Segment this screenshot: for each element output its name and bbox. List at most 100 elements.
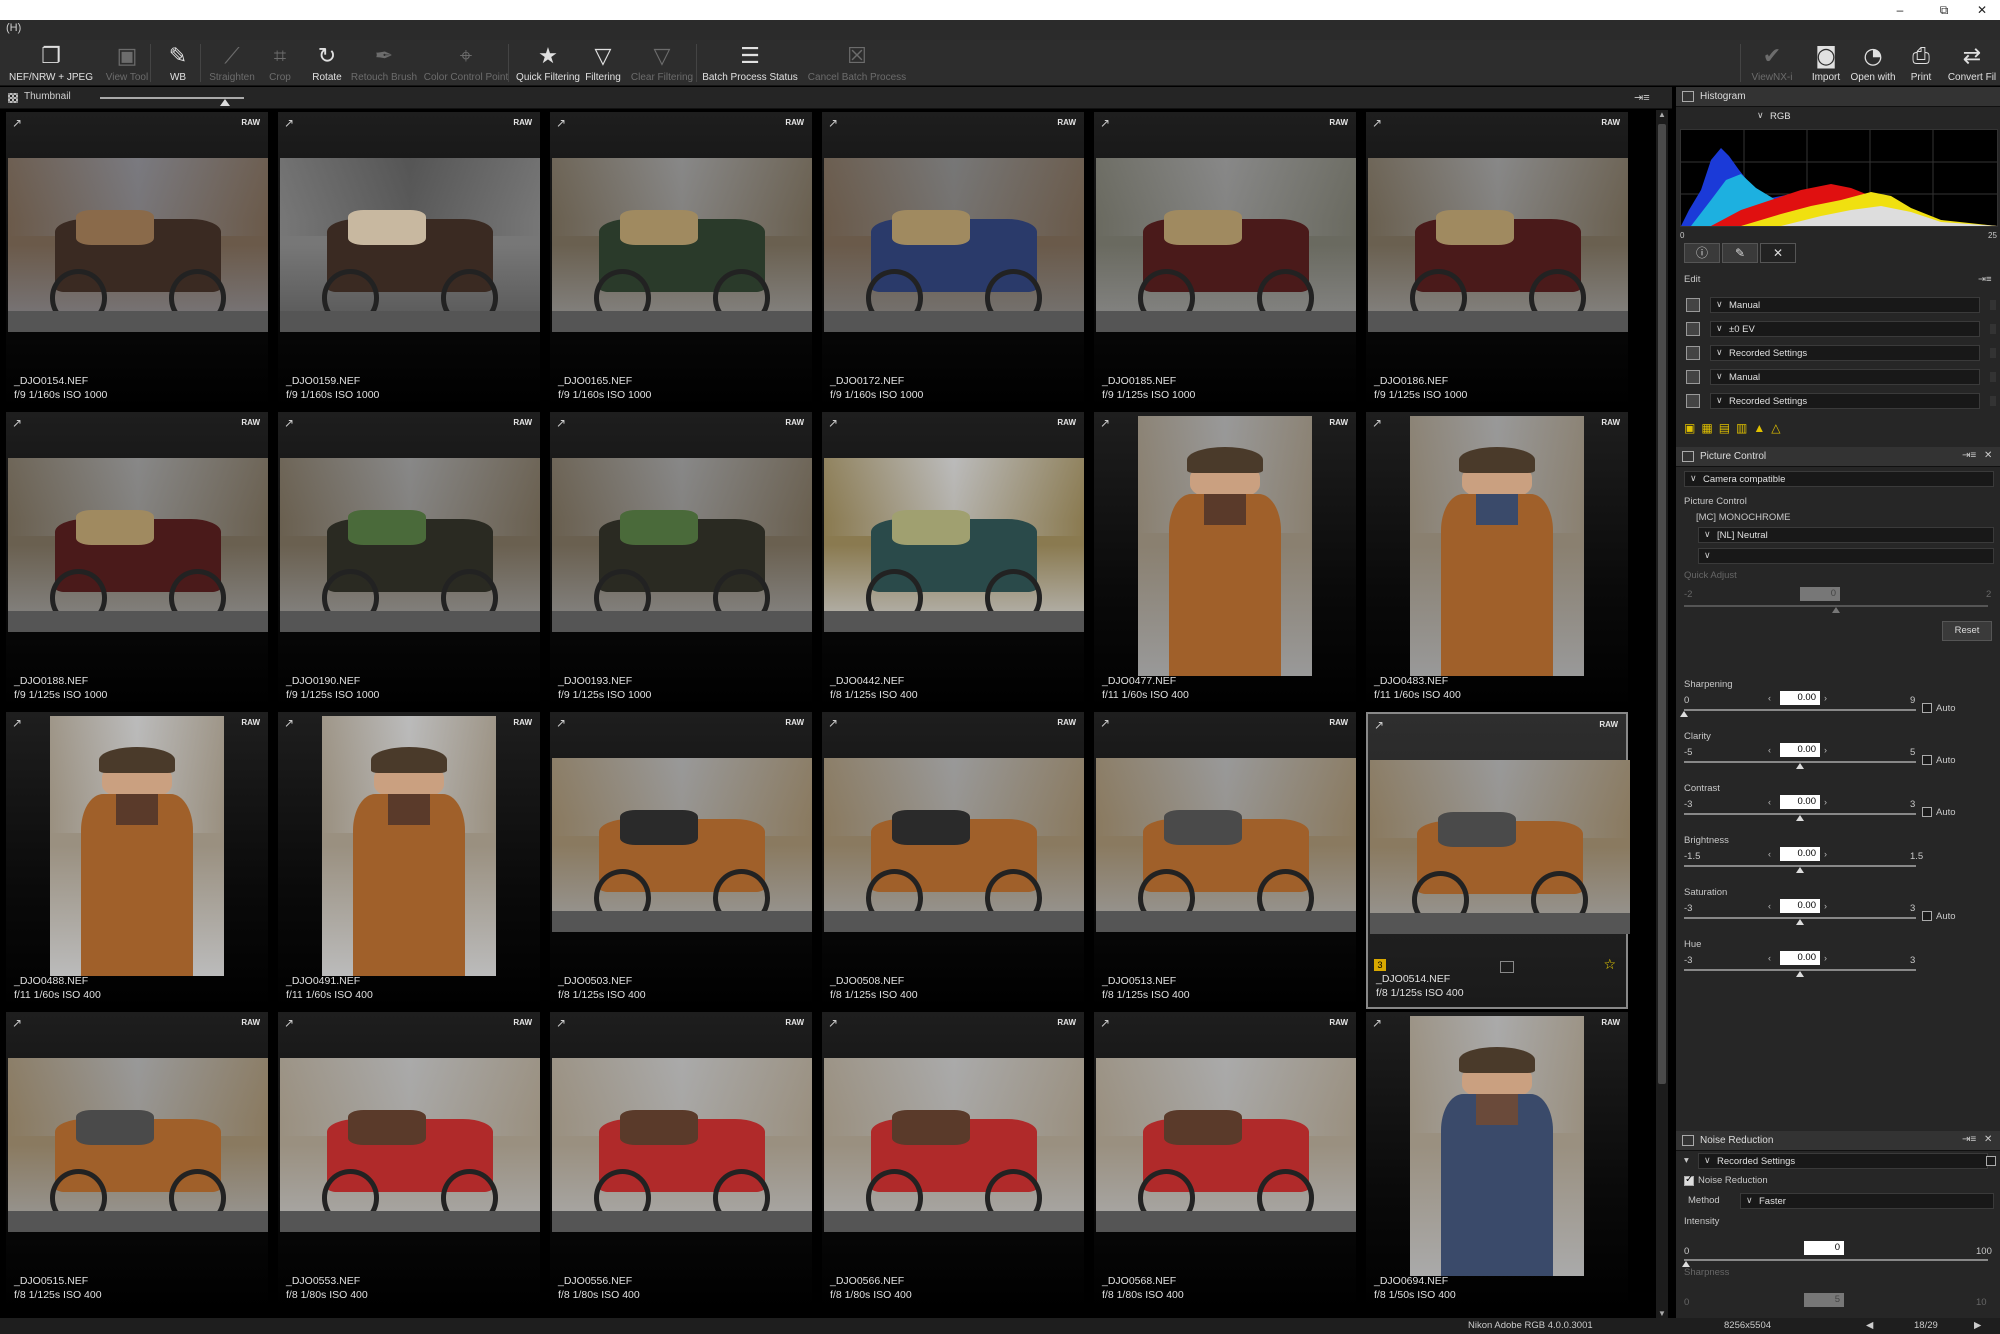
thumbnail-size-slider-thumb[interactable] bbox=[220, 99, 230, 106]
thumbnail-cell[interactable]: ↗ RAW _DJO0556.NEF f/8 1/80s ISO 400 bbox=[550, 1012, 812, 1309]
filter-tool-button[interactable]: ▽ Filtering bbox=[582, 40, 624, 86]
contrast-increase-icon[interactable]: › bbox=[1824, 797, 1827, 807]
noise-reduction-enable-checkbox[interactable] bbox=[1684, 1174, 1694, 1186]
d-lighting-icon[interactable]: △ bbox=[1771, 421, 1780, 437]
thumbnail-scrollbar[interactable]: ▲ ▼ bbox=[1656, 110, 1668, 1318]
sharpening-decrease-icon[interactable]: ‹ bbox=[1768, 693, 1771, 703]
edit-pencil-icon[interactable]: ↗ bbox=[556, 416, 566, 430]
batch-status-tool-button[interactable]: ☰ Batch Process Status bbox=[702, 40, 798, 86]
lens-icon[interactable]: ▲ bbox=[1753, 421, 1765, 437]
edit-pencil-icon[interactable]: ↗ bbox=[12, 1016, 22, 1030]
rotate-tool-button[interactable]: ↻ Rotate bbox=[306, 40, 348, 86]
edit-pencil-icon[interactable]: ↗ bbox=[1372, 1016, 1382, 1030]
thumbnail-cell[interactable]: ↗ RAW _DJO0186.NEF f/9 1/125s ISO 1000 bbox=[1366, 112, 1628, 409]
edit-pencil-icon[interactable]: ↗ bbox=[828, 116, 838, 130]
wb-icon[interactable] bbox=[1686, 346, 1700, 360]
thumbnail-cell[interactable]: ↗ RAW _DJO0503.NEF f/8 1/125s ISO 400 bbox=[550, 712, 812, 1009]
intensity-value[interactable]: 0 bbox=[1804, 1241, 1844, 1255]
scroll-down-arrow-icon[interactable]: ▼ bbox=[1656, 1309, 1668, 1318]
method-select[interactable]: Faster bbox=[1740, 1193, 1994, 1209]
noise-reduction-close-icon[interactable]: ✕ bbox=[1984, 1134, 1992, 1145]
thumbnail-cell[interactable]: ↗ RAW _DJO0190.NEF f/9 1/125s ISO 1000 bbox=[278, 412, 540, 709]
picture-control-preset-select[interactable]: [NL] Neutral bbox=[1698, 527, 1994, 543]
edit-setting-select[interactable]: Manual bbox=[1710, 297, 1980, 313]
thumbnail-cell[interactable]: ↗ RAW _DJO0566.NEF f/8 1/80s ISO 400 bbox=[822, 1012, 1084, 1309]
edit-pencil-icon[interactable]: ↗ bbox=[556, 116, 566, 130]
control-point-tool-button[interactable]: ⌖ Color Control Point bbox=[422, 40, 510, 86]
thumbnail-cell[interactable]: ↗ RAW _DJO0488.NEF f/11 1/60s ISO 400 bbox=[6, 712, 268, 1009]
hue-value[interactable]: 0.00 bbox=[1780, 951, 1820, 965]
levels-icon[interactable]: ▤ bbox=[1719, 421, 1730, 437]
eyedropper-tool-button[interactable]: ✎ WB bbox=[160, 40, 196, 86]
hue-decrease-icon[interactable]: ‹ bbox=[1768, 953, 1771, 963]
sharpening-slider-thumb[interactable] bbox=[1680, 711, 1688, 717]
minimize-button[interactable]: – bbox=[1880, 0, 1920, 20]
contrast-slider-thumb[interactable] bbox=[1796, 815, 1804, 821]
edit-pencil-icon[interactable]: ↗ bbox=[828, 416, 838, 430]
clarity-slider-thumb[interactable] bbox=[1796, 763, 1804, 769]
thumbnail-cell[interactable]: ↗ RAW _DJO0442.NEF f/8 1/125s ISO 400 bbox=[822, 412, 1084, 709]
sharpening-value[interactable]: 0.00 bbox=[1780, 691, 1820, 705]
edit-pencil-icon[interactable]: ↗ bbox=[284, 416, 294, 430]
menu-help[interactable]: (H) bbox=[6, 22, 21, 34]
star-tool-button[interactable]: ★ Quick Filtering bbox=[516, 40, 580, 86]
saturation-decrease-icon[interactable]: ‹ bbox=[1768, 901, 1771, 911]
contrast-value[interactable]: 0.00 bbox=[1780, 795, 1820, 809]
thumbnail-cell[interactable]: ↗ RAW _DJO0513.NEF f/8 1/125s ISO 400 bbox=[1094, 712, 1356, 1009]
file-type-tool-button[interactable]: ❐ NEF/NRW + JPEG bbox=[8, 40, 94, 86]
tools-tab-icon[interactable]: ✕ bbox=[1760, 243, 1796, 263]
open-with-button[interactable]: ◔ Open with bbox=[1846, 40, 1900, 86]
brightness-slider-thumb[interactable] bbox=[1796, 867, 1804, 873]
edit-pencil-icon[interactable]: ↗ bbox=[284, 116, 294, 130]
edit-pencil-icon[interactable]: ↗ bbox=[12, 116, 22, 130]
sharpening-auto-checkbox[interactable] bbox=[1922, 703, 1932, 713]
close-button[interactable]: ✕ bbox=[1962, 0, 2000, 20]
adjust-icon[interactable]: ▣ bbox=[1684, 421, 1695, 437]
saturation-increase-icon[interactable]: › bbox=[1824, 901, 1827, 911]
exposure-icon[interactable] bbox=[1686, 322, 1700, 336]
thumbnail-cell[interactable]: ↗ RAW _DJO0159.NEF f/9 1/160s ISO 1000 bbox=[278, 112, 540, 409]
previous-image-icon[interactable]: ◀ bbox=[1866, 1320, 1873, 1331]
noise-reduction-preset-select[interactable]: Recorded Settings bbox=[1698, 1153, 1988, 1169]
reset-button[interactable]: Reset bbox=[1942, 621, 1992, 641]
edit-pencil-icon[interactable]: ↗ bbox=[1374, 718, 1384, 732]
clear-filter-tool-button[interactable]: ▽ Clear Filtering bbox=[630, 40, 694, 86]
thumbnail-cell[interactable]: ↗ RAW _DJO0483.NEF f/11 1/60s ISO 400 bbox=[1366, 412, 1628, 709]
brightness-value[interactable]: 0.00 bbox=[1780, 847, 1820, 861]
crop-adjust-icon[interactable]: ▦ bbox=[1701, 421, 1712, 437]
thumbnail-cell[interactable]: ↗ RAW _DJO0694.NEF f/8 1/50s ISO 400 bbox=[1366, 1012, 1628, 1309]
thumbnail-cell[interactable]: ↗ RAW _DJO0172.NEF f/9 1/160s ISO 1000 bbox=[822, 112, 1084, 409]
picture-control-close-icon[interactable]: ✕ bbox=[1984, 450, 1992, 461]
edit-setting-select[interactable]: ±0 EV bbox=[1710, 321, 1980, 337]
edit-pencil-icon[interactable]: ↗ bbox=[556, 1016, 566, 1030]
saturation-slider-thumb[interactable] bbox=[1796, 919, 1804, 925]
thumbnail-cell[interactable]: ↗ RAW _DJO0165.NEF f/9 1/160s ISO 1000 bbox=[550, 112, 812, 409]
edit-pencil-icon[interactable]: ↗ bbox=[1100, 716, 1110, 730]
edit-pencil-icon[interactable]: ↗ bbox=[1372, 116, 1382, 130]
edit-pencil-icon[interactable]: ↗ bbox=[12, 716, 22, 730]
noise-reduction-expand-icon[interactable]: ▾ bbox=[1684, 1155, 1689, 1166]
thumbnail-cell[interactable]: ↗ RAW _DJO0477.NEF f/11 1/60s ISO 400 bbox=[1094, 412, 1356, 709]
histogram-channel-select[interactable]: RGB bbox=[1752, 109, 1998, 123]
thumbnail-cell[interactable]: ↗ RAW _DJO0154.NEF f/9 1/160s ISO 1000 bbox=[6, 112, 268, 409]
hue-slider-thumb[interactable] bbox=[1796, 971, 1804, 977]
tone-icon[interactable] bbox=[1686, 370, 1700, 384]
thumbnail-cell[interactable]: ↗ RAW _DJO0188.NEF f/9 1/125s ISO 1000 bbox=[6, 412, 268, 709]
thumbnail-cell[interactable]: ↗ RAW _DJO0515.NEF f/8 1/125s ISO 400 bbox=[6, 1012, 268, 1309]
info-tab-icon[interactable]: ⓘ bbox=[1684, 243, 1720, 263]
hue-increase-icon[interactable]: › bbox=[1824, 953, 1827, 963]
brush-tool-button[interactable]: ✒ Retouch Brush bbox=[350, 40, 418, 86]
clarity-increase-icon[interactable]: › bbox=[1824, 745, 1827, 755]
picture-control-secondary-select[interactable] bbox=[1698, 548, 1994, 564]
picture-control-mode-select[interactable]: Camera compatible bbox=[1684, 471, 1994, 487]
straighten-tool-button[interactable]: ⟋ Straighten bbox=[206, 40, 258, 86]
thumbnail-cell[interactable]: ↗ RAW _DJO0193.NEF f/9 1/125s ISO 1000 bbox=[550, 412, 812, 709]
edit-pencil-icon[interactable]: ↗ bbox=[828, 716, 838, 730]
viewnx-button[interactable]: ✔ ViewNX-i bbox=[1742, 40, 1802, 86]
edit-tab-icon[interactable]: ✎ bbox=[1722, 243, 1758, 263]
thumbnail-cell[interactable]: ↗ RAW _DJO0568.NEF f/8 1/80s ISO 400 bbox=[1094, 1012, 1356, 1309]
picture-control-menu-icon[interactable]: ⇥≡ bbox=[1962, 450, 1976, 461]
brightness-increase-icon[interactable]: › bbox=[1824, 849, 1827, 859]
clarity-value[interactable]: 0.00 bbox=[1780, 743, 1820, 757]
edit-setting-select[interactable]: Manual bbox=[1710, 369, 1980, 385]
